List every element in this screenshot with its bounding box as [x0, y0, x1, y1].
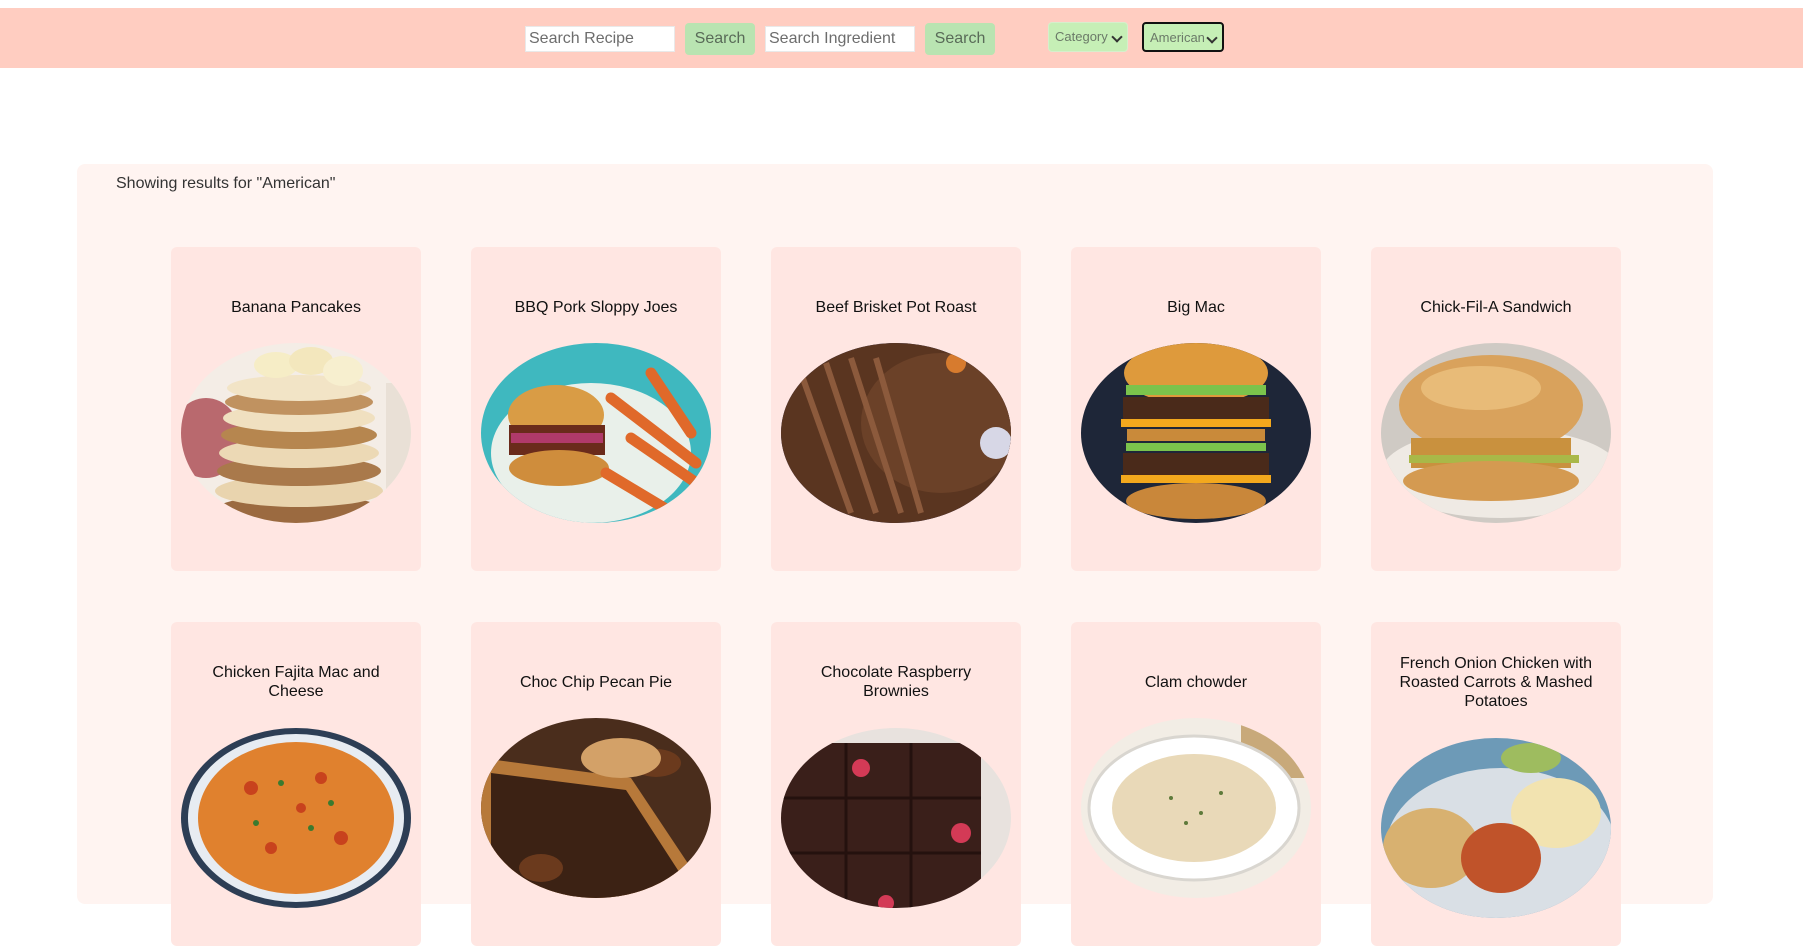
- recipe-card-title: Banana Pancakes: [231, 299, 361, 316]
- recipe-card-title: BBQ Pork Sloppy Joes: [514, 299, 678, 316]
- ingredient-search-input[interactable]: [765, 26, 915, 52]
- recipe-image[interactable]: [181, 728, 411, 908]
- recipe-image[interactable]: [1381, 343, 1611, 523]
- recipe-image[interactable]: [781, 728, 1011, 908]
- recipe-card-title: French Onion Chicken with Roasted Carrot…: [1399, 655, 1593, 710]
- recipe-card[interactable]: Clam chowder: [1071, 622, 1321, 946]
- category-select-value: Category: [1055, 29, 1108, 44]
- category-select[interactable]: Category: [1048, 22, 1128, 52]
- recipe-search-input[interactable]: [525, 26, 675, 52]
- recipe-card[interactable]: Big Mac: [1071, 247, 1321, 571]
- recipe-card[interactable]: Banana Pancakes: [171, 247, 421, 571]
- area-select[interactable]: American: [1142, 22, 1224, 52]
- recipe-card[interactable]: Chick-Fil-A Sandwich: [1371, 247, 1621, 571]
- recipe-card[interactable]: Beef Brisket Pot Roast: [771, 247, 1021, 571]
- recipe-image[interactable]: [781, 343, 1011, 523]
- recipe-image[interactable]: [481, 343, 711, 523]
- recipe-card[interactable]: Chicken Fajita Mac and Cheese: [171, 622, 421, 946]
- recipe-image[interactable]: [181, 343, 411, 523]
- recipe-card-title: Chocolate Raspberry Brownies: [820, 664, 972, 700]
- recipe-card[interactable]: BBQ Pork Sloppy Joes: [471, 247, 721, 571]
- recipe-image[interactable]: [1381, 738, 1611, 918]
- recipe-card-title: Big Mac: [1167, 299, 1225, 316]
- recipe-card-title: Beef Brisket Pot Roast: [815, 299, 977, 316]
- chevron-down-icon: [1111, 31, 1123, 43]
- top-navigation-bar: Search Search: [0, 8, 1803, 68]
- area-select-value: American: [1150, 30, 1205, 45]
- recipe-image[interactable]: [481, 718, 711, 898]
- recipe-image[interactable]: [1081, 343, 1311, 523]
- recipe-image[interactable]: [1081, 718, 1311, 898]
- recipe-card-title: Chick-Fil-A Sandwich: [1420, 299, 1572, 316]
- results-heading: Showing results for "American": [116, 175, 336, 192]
- recipe-card-title: Choc Chip Pecan Pie: [519, 674, 673, 691]
- recipe-card[interactable]: Choc Chip Pecan Pie: [471, 622, 721, 946]
- ingredient-search-button[interactable]: Search: [925, 23, 995, 55]
- recipe-card-title: Chicken Fajita Mac and Cheese: [212, 664, 380, 700]
- chevron-down-icon: [1206, 32, 1218, 44]
- recipe-search-button[interactable]: Search: [685, 23, 755, 55]
- recipe-card[interactable]: Chocolate Raspberry Brownies: [771, 622, 1021, 946]
- recipe-card[interactable]: French Onion Chicken with Roasted Carrot…: [1371, 622, 1621, 946]
- recipe-card-title: Clam chowder: [1144, 674, 1248, 691]
